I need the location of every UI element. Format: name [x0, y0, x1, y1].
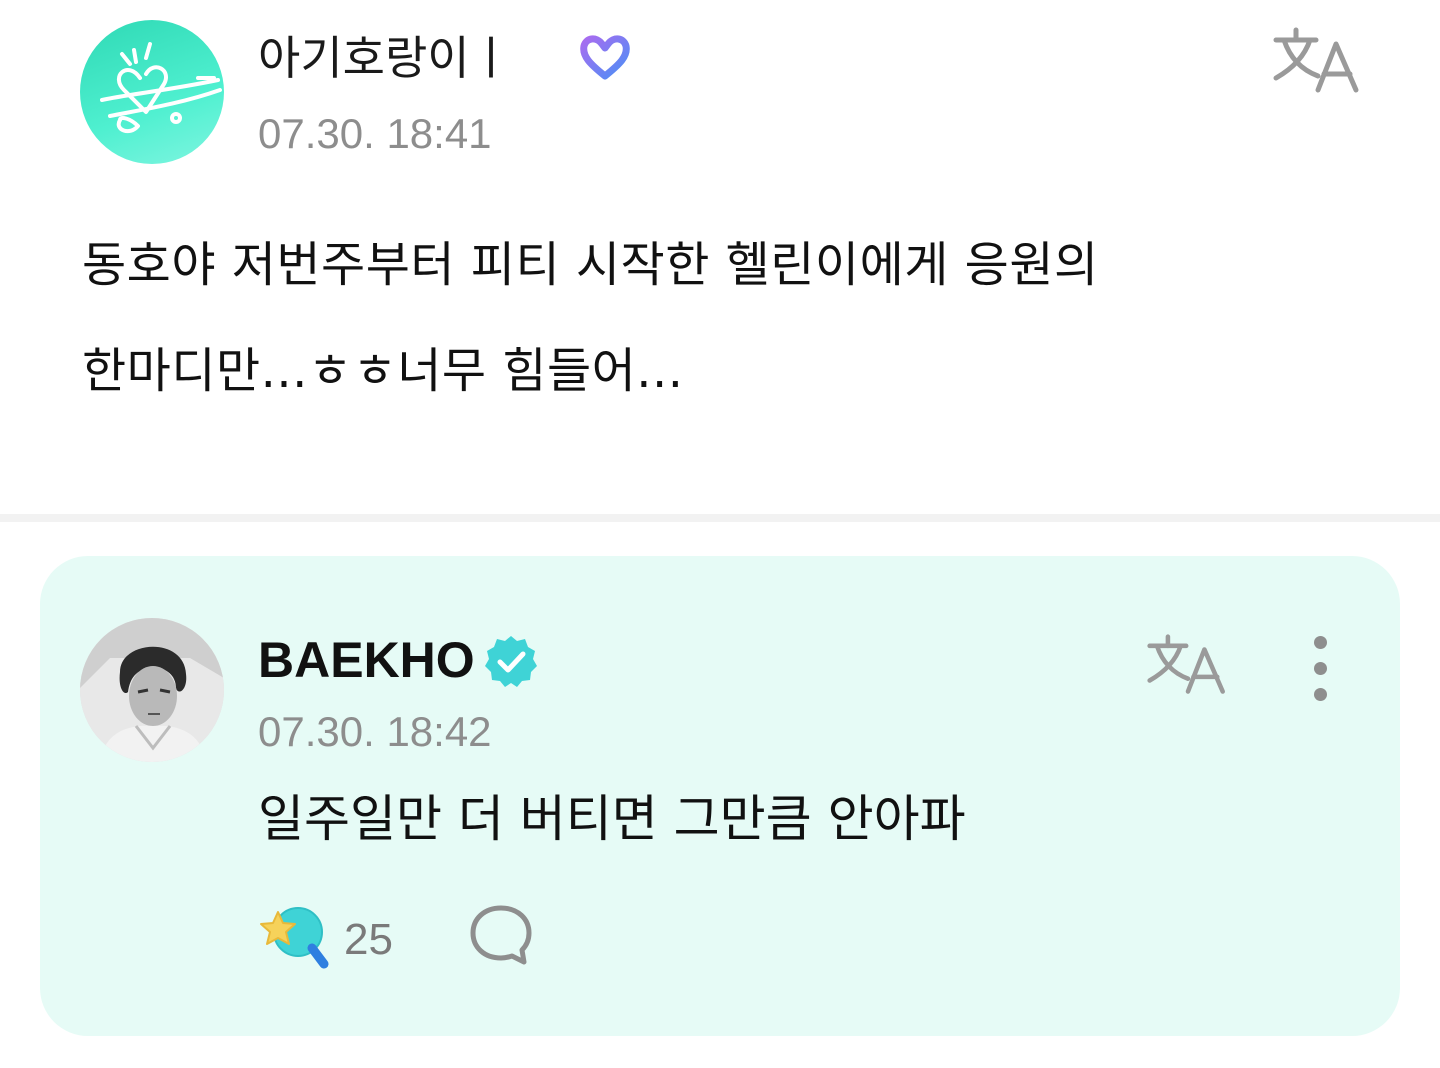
post-body-text: 동호야 저번주부터 피티 시작한 헬린이에게 응원의 한마디만...ㅎㅎ너무 힘…	[82, 237, 1099, 399]
reply-author-name[interactable]: BAEKHO	[258, 628, 475, 692]
fan-avatar[interactable]	[80, 20, 224, 164]
translate-icon[interactable]	[1272, 26, 1364, 96]
comment-bubble-icon[interactable]	[468, 902, 534, 968]
more-dot	[1313, 688, 1327, 701]
post-timestamp: 07.30. 18:41	[258, 110, 492, 157]
section-divider	[0, 514, 1440, 522]
star-lightstick-icon[interactable]	[258, 902, 330, 974]
verified-badge-icon	[485, 636, 537, 687]
fan-avatar-doodle-icon	[100, 42, 222, 134]
artist-reply-card: BAEKHO 07.30. 18:42 일주일만 더 버티면 그만큼 안아파 2…	[40, 556, 1400, 1036]
like-count: 25	[344, 915, 393, 964]
translate-icon[interactable]	[1146, 632, 1230, 698]
fan-post: 아기호랑이ㅣ 07.30. 18:41 동호야 저번주부터 피티 시작한 헬린이…	[0, 0, 1440, 514]
more-dot	[1313, 662, 1327, 675]
reply-timestamp: 07.30. 18:42	[258, 708, 492, 755]
reply-body-text: 일주일만 더 버티면 그만큼 안아파	[258, 790, 966, 848]
more-dot	[1313, 636, 1327, 649]
post-author-name[interactable]: 아기호랑이ㅣ	[258, 26, 512, 90]
more-options-icon[interactable]	[1306, 636, 1334, 704]
artist-photo-icon	[80, 618, 224, 762]
artist-avatar[interactable]	[80, 618, 224, 762]
heart-badge-icon	[580, 35, 630, 80]
